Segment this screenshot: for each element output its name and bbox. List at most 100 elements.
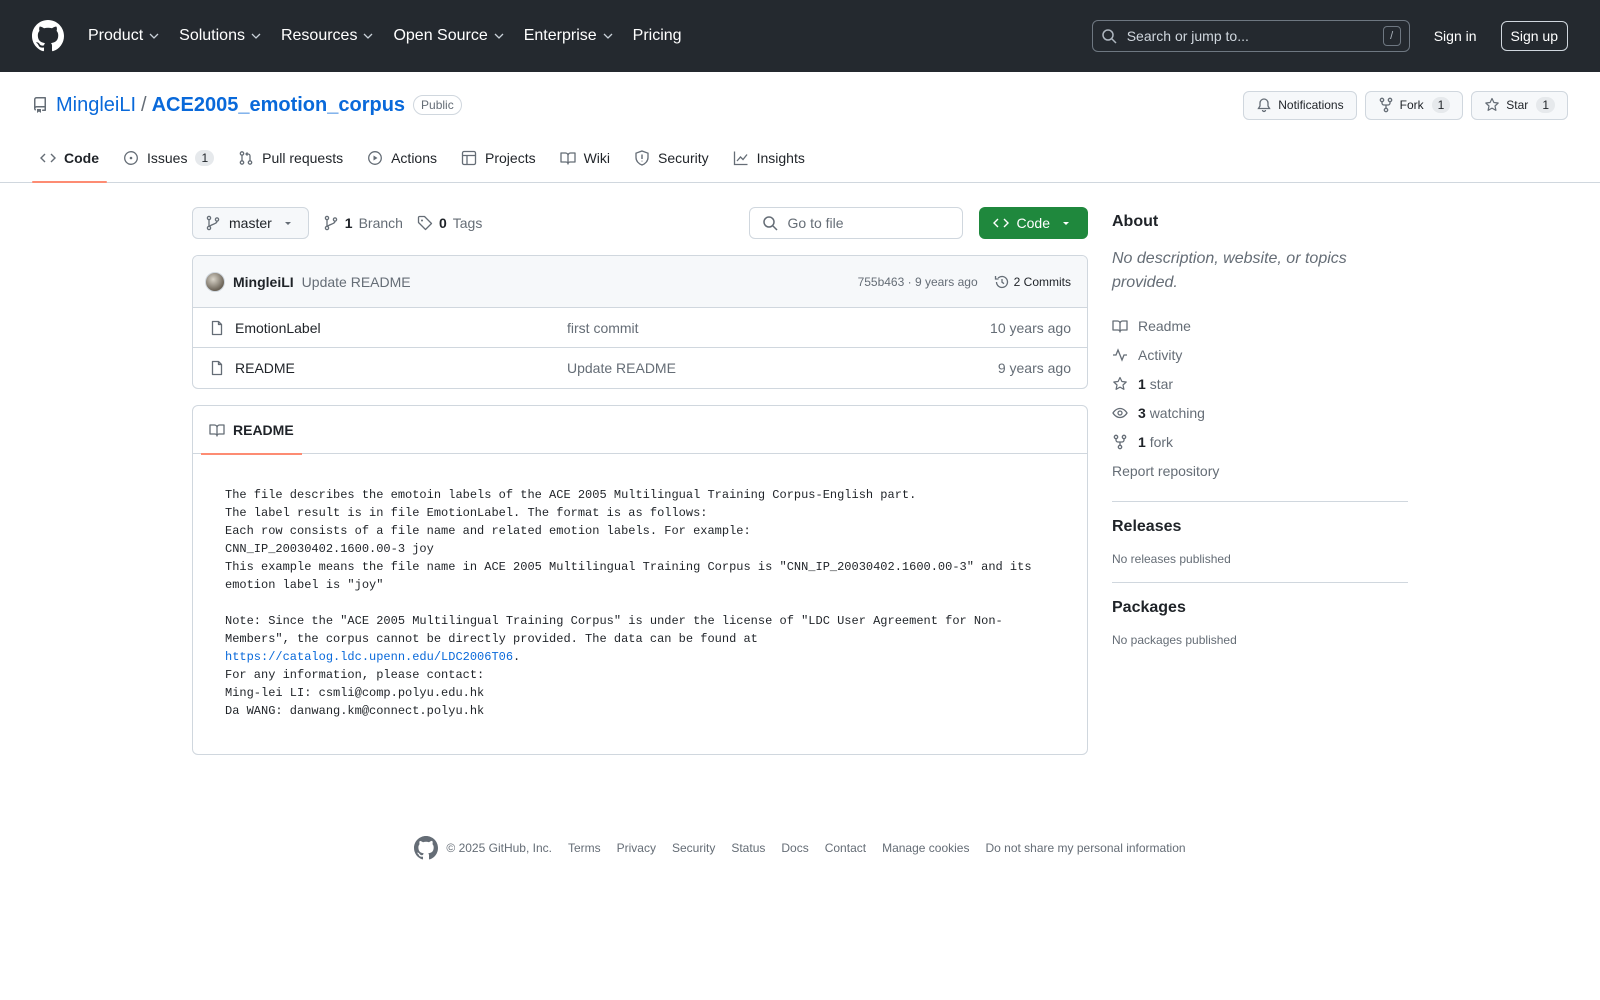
- global-header: Product Solutions Resources Open Source …: [0, 0, 1600, 72]
- pull-request-icon: [239, 151, 253, 165]
- chevron-down-icon: [251, 33, 261, 39]
- tab-actions[interactable]: Actions: [359, 134, 445, 182]
- footer-link-security[interactable]: Security: [672, 841, 715, 855]
- readme-tab[interactable]: README: [201, 406, 302, 455]
- footer-link-docs[interactable]: Docs: [781, 841, 808, 855]
- nav-open-source[interactable]: Open Source: [393, 27, 504, 45]
- sign-in-link[interactable]: Sign in: [1434, 28, 1477, 44]
- tab-projects-label: Projects: [485, 150, 536, 166]
- book-icon: [1112, 319, 1128, 333]
- forks-link[interactable]: 1 fork: [1112, 427, 1408, 456]
- nav-resources[interactable]: Resources: [281, 27, 373, 45]
- repo-actions: Notifications Fork 1 Star 1: [1243, 90, 1568, 120]
- file-icon: [211, 320, 223, 335]
- nav-pricing-label: Pricing: [632, 27, 682, 44]
- stars-link[interactable]: 1 star: [1112, 369, 1408, 398]
- global-search-input[interactable]: Search or jump to... /: [1091, 20, 1410, 52]
- report-repository-link[interactable]: Report repository: [1112, 456, 1408, 485]
- nav-pricing[interactable]: Pricing: [633, 27, 682, 45]
- book-icon: [559, 152, 576, 165]
- branch-icon: [324, 215, 338, 231]
- fork-button[interactable]: Fork 1: [1364, 90, 1464, 120]
- ldc-catalog-link[interactable]: https://catalog.ldc.upenn.edu/LDC2006T06: [225, 650, 513, 664]
- activity-link[interactable]: Activity: [1112, 340, 1408, 369]
- nav-product[interactable]: Product: [88, 27, 159, 45]
- branches-link[interactable]: 1 Branch: [323, 215, 403, 231]
- footer-link-contact[interactable]: Contact: [825, 841, 866, 855]
- repo-name-link[interactable]: ACE2005_emotion_corpus: [152, 94, 405, 117]
- commit-sha-age[interactable]: 755b463 · 9 years ago: [858, 275, 978, 289]
- commits-history-link[interactable]: 2 Commits: [994, 274, 1071, 290]
- tab-projects[interactable]: Projects: [453, 134, 544, 182]
- readme-link[interactable]: Readme: [1112, 311, 1408, 340]
- issue-icon: [124, 151, 138, 165]
- star-button[interactable]: Star 1: [1471, 90, 1568, 120]
- tab-wiki-label: Wiki: [583, 150, 611, 166]
- tab-security[interactable]: Security: [626, 134, 717, 182]
- footer-link-manage-cookies[interactable]: Manage cookies: [882, 841, 969, 855]
- file-commit-message[interactable]: Update README: [567, 360, 998, 376]
- footer-link-terms[interactable]: Terms: [568, 841, 601, 855]
- commit-message[interactable]: Update README: [302, 274, 411, 290]
- readme-text-before-link: The file describes the emotoin labels of…: [225, 488, 1032, 646]
- packages-title[interactable]: Packages: [1112, 599, 1408, 617]
- file-name-link[interactable]: EmotionLabel: [235, 320, 567, 336]
- forks-count: 1: [1138, 433, 1146, 450]
- tab-pull-requests[interactable]: Pull requests: [230, 134, 351, 182]
- github-logo-icon[interactable]: [414, 836, 439, 860]
- star-icon: [1113, 376, 1127, 390]
- table-row: README Update README 9 years ago: [193, 348, 1087, 388]
- nav-solutions-label: Solutions: [179, 27, 245, 44]
- footer-link-do-not-share[interactable]: Do not share my personal information: [985, 841, 1185, 855]
- watchers-link[interactable]: 3 watching: [1112, 398, 1408, 427]
- sign-up-button[interactable]: Sign up: [1500, 21, 1568, 51]
- repo-tabs: Code Issues 1 Pull requests Actions Proj…: [32, 134, 1568, 183]
- search-icon: [1101, 29, 1117, 44]
- branch-icon: [206, 215, 220, 231]
- code-download-button[interactable]: Code: [978, 207, 1088, 239]
- avatar[interactable]: [205, 271, 225, 292]
- footer-link-privacy[interactable]: Privacy: [617, 841, 656, 855]
- tags-link[interactable]: 0 Tags: [417, 215, 482, 231]
- nav-enterprise[interactable]: Enterprise: [524, 27, 613, 45]
- tab-actions-label: Actions: [391, 150, 438, 166]
- github-logo-icon[interactable]: [32, 20, 64, 52]
- about-title: About: [1112, 213, 1159, 230]
- tag-count-label: Tags: [452, 215, 483, 231]
- footer-link-status[interactable]: Status: [731, 841, 765, 855]
- releases-title[interactable]: Releases: [1112, 518, 1408, 536]
- code-column: master 1 Branch 0 Tags Go to file Code M…: [192, 207, 1088, 755]
- branch-count: 1: [344, 215, 353, 231]
- go-to-file-placeholder: Go to file: [787, 215, 844, 231]
- sidebar-divider: [1112, 582, 1408, 583]
- shield-icon: [635, 150, 649, 166]
- notifications-button[interactable]: Notifications: [1243, 90, 1357, 120]
- tab-insights-label: Insights: [756, 150, 805, 166]
- readme-content: The file describes the emotoin labels of…: [193, 454, 1087, 754]
- branch-selector[interactable]: master: [192, 207, 309, 239]
- tab-wiki[interactable]: Wiki: [552, 134, 618, 182]
- global-nav: Product Solutions Resources Open Source …: [88, 27, 702, 45]
- tab-code[interactable]: Code: [32, 134, 107, 183]
- file-name-link[interactable]: README: [235, 360, 567, 376]
- caret-down-icon: [284, 222, 291, 225]
- tab-code-label: Code: [64, 150, 99, 166]
- commit-author[interactable]: MingleiLI: [233, 274, 294, 290]
- go-to-file-input[interactable]: Go to file: [748, 207, 963, 239]
- tab-insights[interactable]: Insights: [725, 134, 813, 182]
- file-navigation: master 1 Branch 0 Tags Go to file Code: [192, 207, 1088, 239]
- table-icon: [461, 150, 477, 166]
- releases-section: Releases No releases published: [1112, 518, 1408, 566]
- tab-issues[interactable]: Issues 1: [115, 134, 222, 182]
- branch-count-label: Branch: [358, 215, 403, 231]
- nav-solutions[interactable]: Solutions: [179, 27, 261, 45]
- site-footer: © 2025 GitHub, Inc. Terms Privacy Securi…: [0, 836, 1600, 860]
- caret-down-icon: [1063, 222, 1069, 225]
- watching-label: watching: [1149, 404, 1205, 421]
- file-commit-message[interactable]: first commit: [567, 320, 990, 336]
- latest-commit-row: MingleiLI Update README 755b463 · 9 year…: [193, 256, 1087, 308]
- forks-text: 1 fork: [1138, 434, 1173, 450]
- file-browser: MingleiLI Update README 755b463 · 9 year…: [192, 255, 1088, 389]
- forks-label: fork: [1149, 433, 1174, 450]
- repo-owner-link[interactable]: MingleiLI: [56, 94, 136, 117]
